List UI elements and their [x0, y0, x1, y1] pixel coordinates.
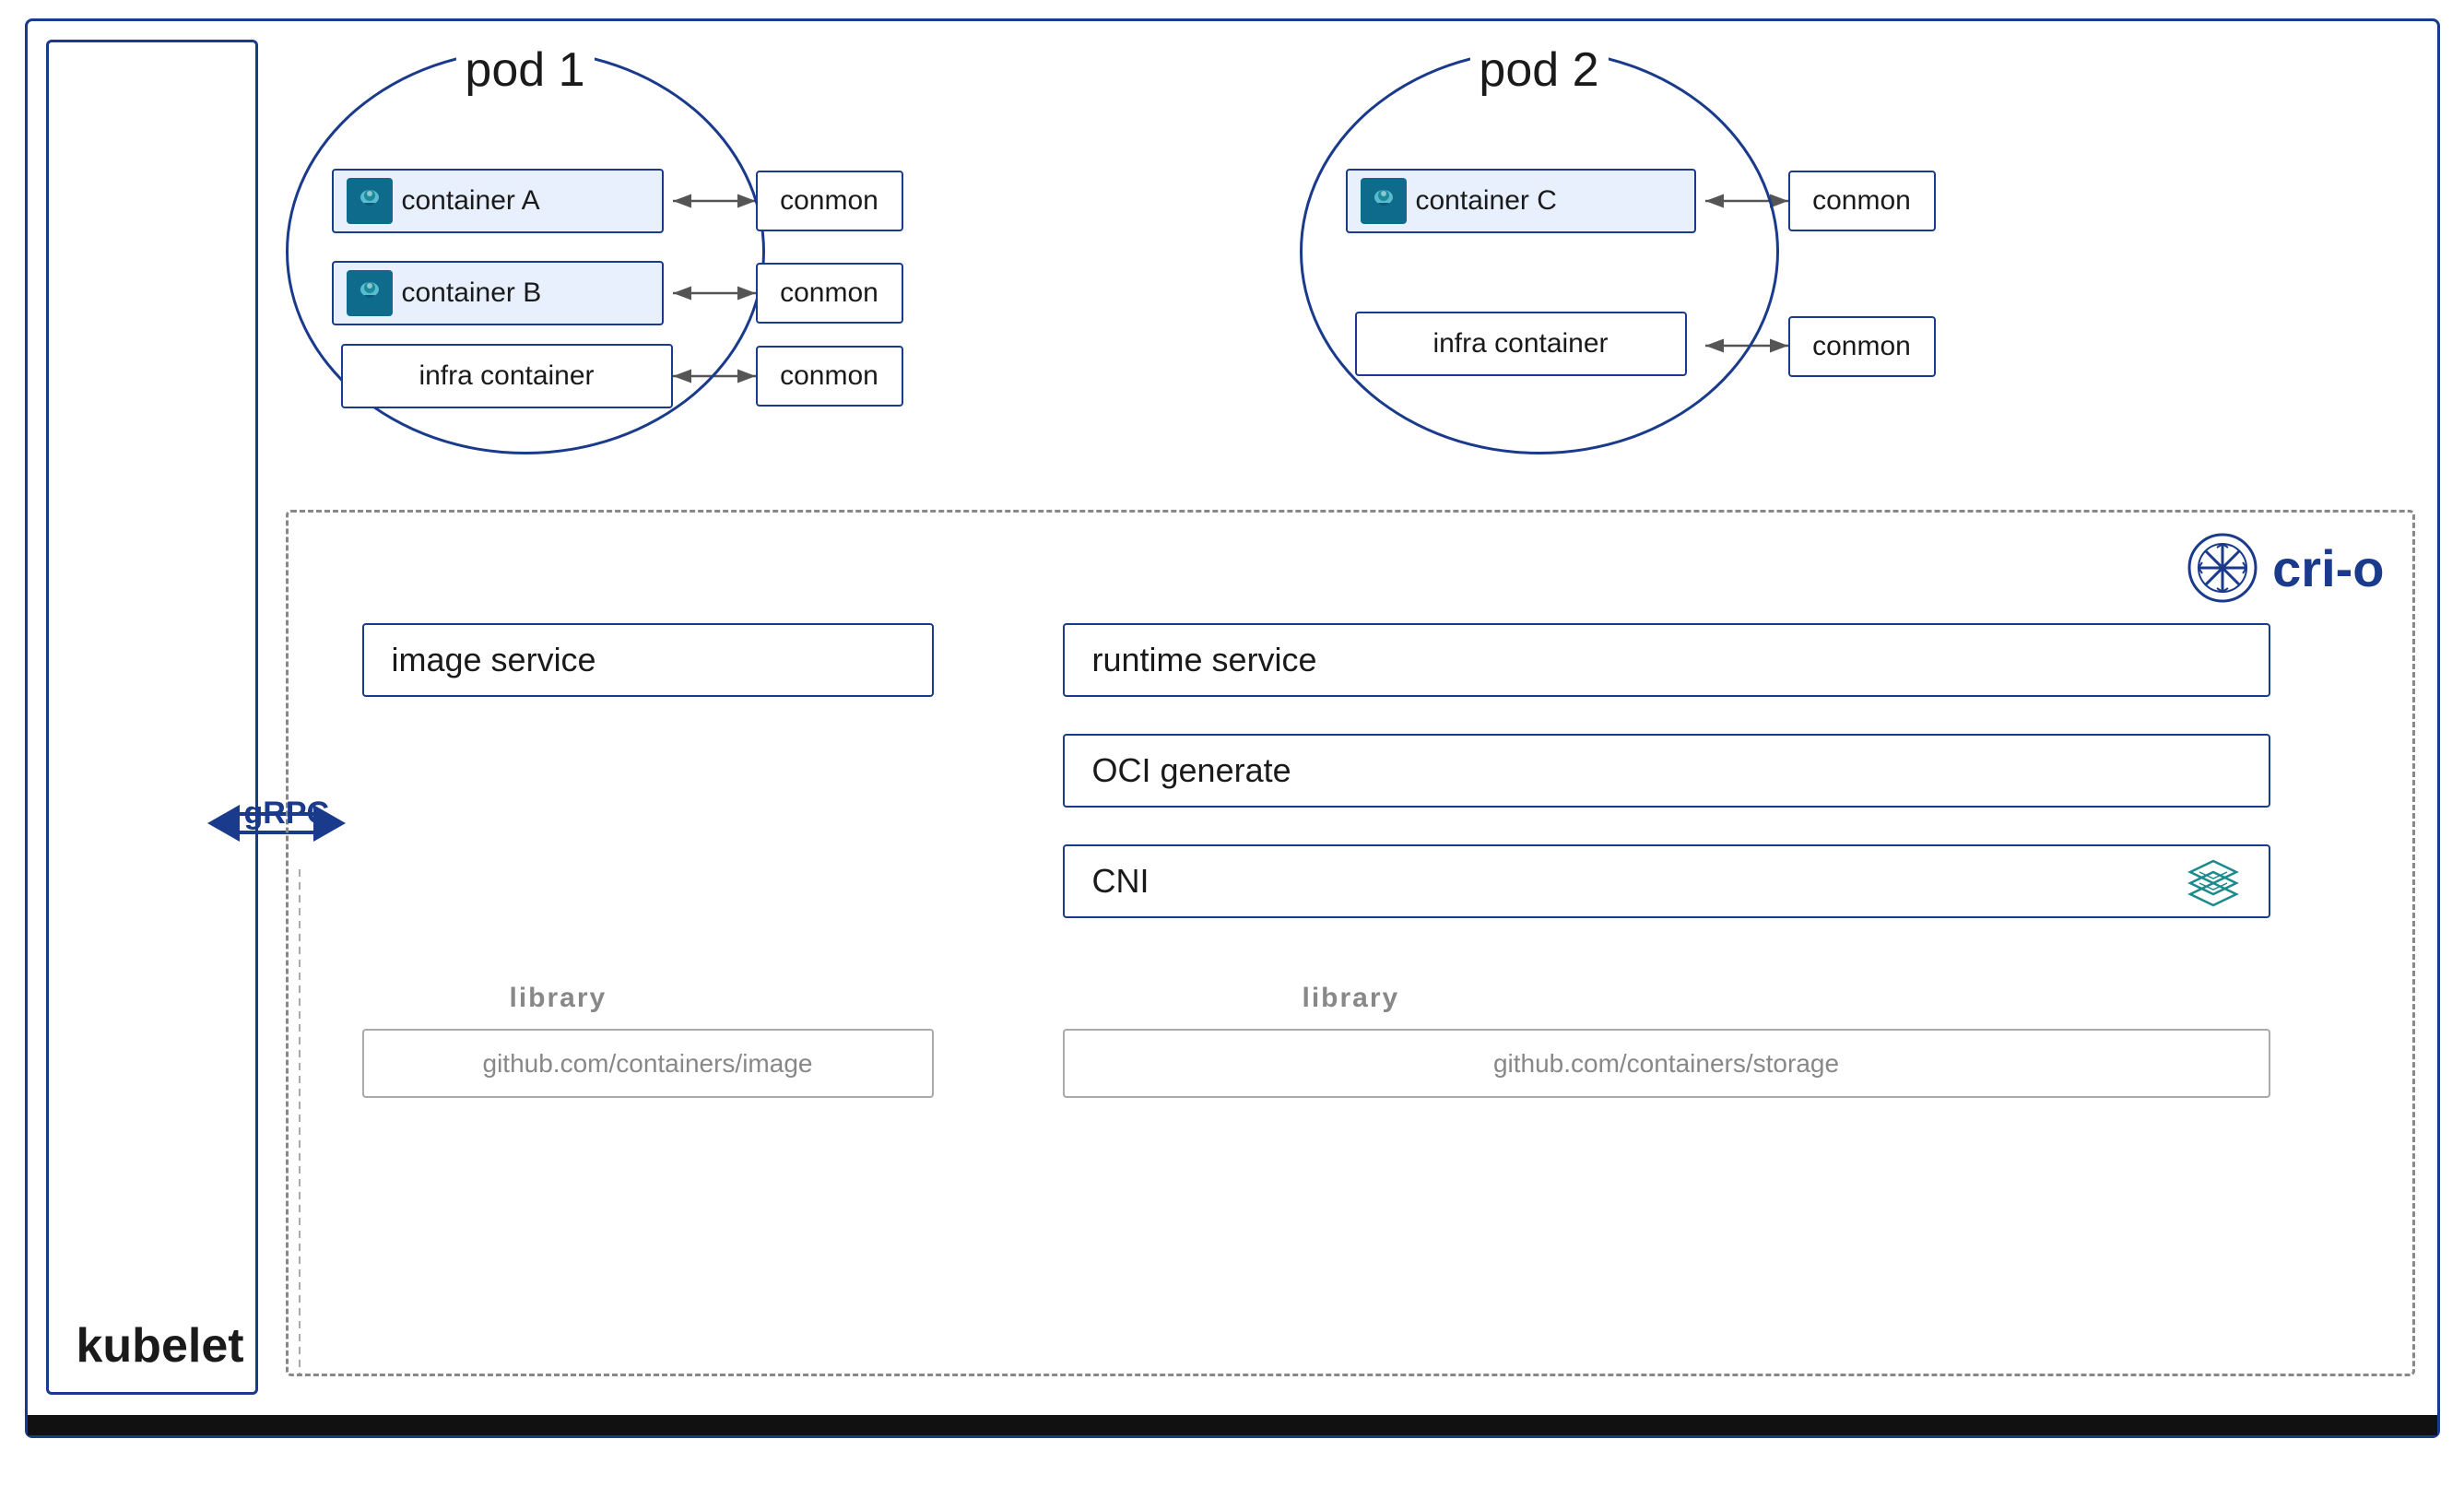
- pod-2-circle: pod 2: [1300, 49, 1779, 454]
- image-service-text: image service: [392, 641, 596, 679]
- storage-library-box: github.com/containers/storage: [1063, 1029, 2270, 1098]
- pod1-conmon-a: conmon: [756, 171, 903, 231]
- kubelet-label: kubelet: [77, 1318, 244, 1374]
- pod1-conmon-b-text: conmon: [780, 277, 878, 309]
- container-a-icon: [347, 178, 393, 224]
- runtime-service-box: runtime service: [1063, 623, 2270, 697]
- cni-box: CNI: [1063, 844, 2270, 918]
- kubelet-box: kubelet: [46, 40, 258, 1395]
- pod2-infra-text: infra container: [1432, 328, 1608, 360]
- pod1-infra-text: infra container: [419, 360, 594, 392]
- cni-icon: [2186, 856, 2241, 907]
- grpc-label: gRPC: [244, 796, 330, 832]
- crio-name-text: cri-o: [2272, 538, 2384, 598]
- storage-library-url: github.com/containers/storage: [1493, 1049, 1839, 1079]
- cni-text: CNI: [1092, 862, 1149, 901]
- image-service-box: image service: [362, 623, 934, 697]
- pod-1-label: pod 1: [455, 42, 594, 98]
- container-b-icon: [347, 270, 393, 316]
- crio-icon: [2186, 531, 2259, 605]
- pod2-infra-box: infra container: [1355, 312, 1687, 376]
- pod1-conmon-infra-text: conmon: [780, 360, 878, 392]
- crio-box: cri-o image service runtime service OCI …: [286, 510, 2415, 1376]
- pod2-conmon-infra: conmon: [1788, 316, 1936, 377]
- bottom-bar: [28, 1415, 2437, 1435]
- pod1-infra-box: infra container: [341, 344, 673, 408]
- image-library-box: github.com/containers/image: [362, 1029, 934, 1098]
- pod-2-label: pod 2: [1469, 42, 1608, 98]
- container-b-text: container B: [402, 277, 542, 309]
- storage-library-label: library: [1303, 983, 1400, 1014]
- pod1-conmon-infra: conmon: [756, 346, 903, 407]
- container-a-box: container A: [332, 169, 664, 233]
- runtime-service-text: runtime service: [1092, 641, 1317, 679]
- pod2-conmon-c: conmon: [1788, 171, 1936, 231]
- main-canvas: kubelet gRPC pod 1 container A: [25, 18, 2440, 1438]
- container-a-text: container A: [402, 185, 540, 217]
- image-library-url: github.com/containers/image: [483, 1049, 813, 1079]
- oci-generate-text: OCI generate: [1092, 751, 1291, 790]
- container-c-box: container C: [1346, 169, 1696, 233]
- pod2-conmon-c-text: conmon: [1812, 185, 1911, 217]
- oci-generate-box: OCI generate: [1063, 734, 2270, 808]
- container-b-box: container B: [332, 261, 664, 325]
- pod1-conmon-b: conmon: [756, 263, 903, 324]
- image-library-label: library: [510, 983, 607, 1014]
- container-c-icon: [1361, 178, 1407, 224]
- container-c-text: container C: [1416, 185, 1557, 217]
- pod2-conmon-infra-text: conmon: [1812, 331, 1911, 362]
- pod1-conmon-a-text: conmon: [780, 185, 878, 217]
- crio-logo: cri-o: [2186, 531, 2384, 605]
